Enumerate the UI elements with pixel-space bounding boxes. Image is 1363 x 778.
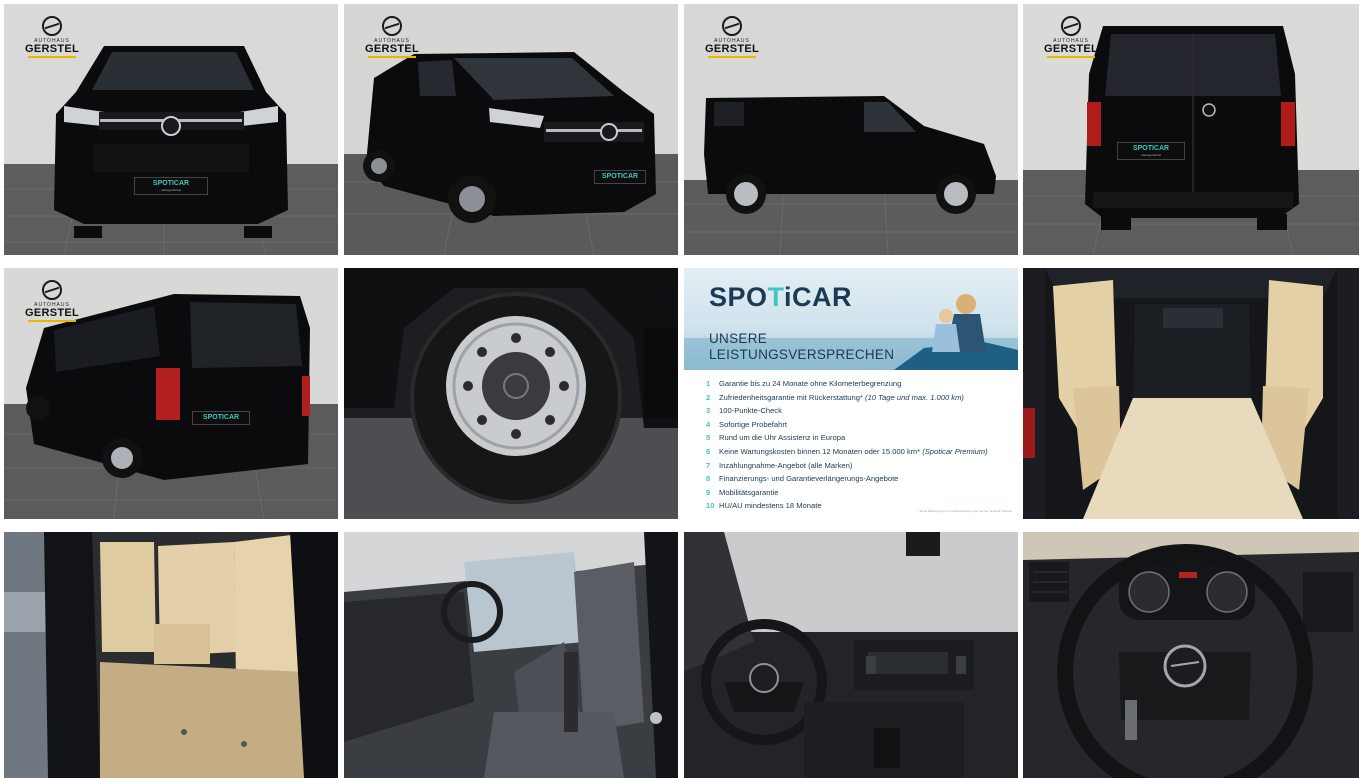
item-text: Sofortige Probefahrt: [719, 419, 787, 429]
gallery-tile-dashboard[interactable]: [684, 532, 1018, 778]
item-number: 9: [706, 487, 711, 497]
license-plate: SPOTICAR www.gerstel.at: [134, 177, 208, 195]
steering-wheel-photo: [1023, 532, 1359, 778]
list-item: 7 Inzahlungnahme-Angebot (alle Marken): [706, 459, 988, 473]
opel-logo-icon: [1061, 16, 1081, 36]
gallery-tile-side[interactable]: AUTOHAUS GERSTEL: [684, 4, 1018, 255]
dealer-logo-name: GERSTEL: [364, 43, 420, 55]
plate-text: SPOTICAR: [601, 173, 639, 180]
gallery-tile-seats[interactable]: [344, 532, 678, 778]
item-number: 3: [706, 406, 711, 416]
gallery-tile-wheel[interactable]: [344, 268, 678, 519]
dealer-logo-bar: [28, 56, 76, 58]
dealer-logo-name: GERSTEL: [24, 43, 80, 55]
spoticar-footnote: * Siehe Bedingungen im Verkaufsvertrag o…: [917, 509, 1013, 513]
image-gallery: AUTOHAUS GERSTEL SPOTICAR www.gerstel.at: [0, 0, 1363, 778]
spoticar-pin-icon: T: [767, 282, 785, 312]
item-text: Finanzierungs- und Garantieverlängerungs…: [719, 474, 899, 484]
front-seats-photo: [344, 532, 678, 778]
item-text: Inzahlungnahme-Angebot (alle Marken): [719, 460, 853, 470]
list-item: 2 Zufriedenheitsgarantie mit Rückerstattu…: [706, 391, 988, 405]
plate-subtext: www.gerstel.at: [1141, 153, 1161, 157]
item-note: (Spoticar Premium): [922, 446, 988, 456]
plate-text: SPOTICAR: [1132, 145, 1170, 152]
dashboard-photo: [684, 532, 1018, 778]
opel-logo-icon: [42, 280, 62, 300]
dealer-logo-name: GERSTEL: [704, 43, 760, 55]
dealer-logo: AUTOHAUS GERSTEL: [22, 280, 82, 322]
item-note: (10 Tage und max. 1.000 km): [865, 392, 964, 402]
list-item: 8 Finanzierungs- und Garantieverlängerung…: [706, 472, 988, 486]
cargo-area-photo: [1023, 268, 1359, 519]
item-text: Mobilitätsgarantie: [719, 487, 779, 497]
gallery-tile-rear[interactable]: AUTOHAUS GERSTEL SPOTICAR www.gerstel.at: [1023, 4, 1359, 255]
dealer-logo: AUTOHAUS GERSTEL: [362, 16, 422, 58]
dealer-logo: AUTOHAUS GERSTEL: [702, 16, 762, 58]
dealer-logo-bar: [28, 320, 76, 322]
wheel-photo: [344, 268, 678, 519]
item-number: 8: [706, 474, 711, 484]
opel-logo-icon: [382, 16, 402, 36]
dealer-logo-bar: [1047, 56, 1095, 58]
item-text: Rund um die Uhr Assistenz in Europa: [719, 433, 846, 443]
dealer-logo-bar: [708, 56, 756, 58]
item-text: HU/AU mindestens 18 Monate: [719, 501, 822, 511]
spoticar-heading-line1: UNSERE: [709, 331, 768, 346]
license-plate: SPOTICAR: [192, 411, 250, 425]
plate-text: SPOTICAR: [202, 414, 240, 421]
plate-text: SPOTICAR: [152, 180, 190, 187]
item-number: 2: [706, 392, 711, 402]
item-number: 1: [706, 379, 711, 388]
item-number: 5: [706, 433, 711, 443]
item-number: 4: [706, 419, 711, 429]
item-number: 6: [706, 446, 711, 456]
spoticar-logo-left: SPO: [709, 282, 768, 312]
spoticar-promise-list: 1 Garantie bis zu 24 Monate ohne Kilomete…: [706, 377, 988, 513]
item-text: Keine Wartungskosten binnen 12 Monaten o…: [719, 446, 923, 456]
list-item: 6 Keine Wartungskosten binnen 12 Monaten …: [706, 445, 988, 459]
dealer-logo: AUTOHAUS GERSTEL: [22, 16, 82, 58]
opel-logo-icon: [42, 16, 62, 36]
opel-logo-icon: [722, 16, 742, 36]
plate-subtext: www.gerstel.at: [161, 188, 181, 192]
license-plate: SPOTICAR: [594, 170, 646, 184]
gallery-tile-side-door[interactable]: [4, 532, 338, 778]
list-item: 1 Garantie bis zu 24 Monate ohne Kilomete…: [706, 377, 988, 391]
gallery-tile-front[interactable]: AUTOHAUS GERSTEL SPOTICAR www.gerstel.at: [4, 4, 338, 255]
dealer-logo-name: GERSTEL: [24, 307, 80, 319]
list-item: 9 Mobilitätsgarantie: [706, 486, 988, 500]
spoticar-banner: SPOTiCAR UNSERE LEISTUNGSVERSPRECHEN: [684, 268, 1018, 370]
item-text: 100-Punkte-Check: [719, 406, 782, 416]
item-text: Zufriedenheitsgarantie mit Rückerstattun…: [719, 392, 866, 402]
spoticar-heading: UNSERE LEISTUNGSVERSPRECHEN: [709, 331, 894, 363]
dealer-logo-name: GERSTEL: [1043, 43, 1099, 55]
list-item: 3 100-Punkte-Check: [706, 404, 988, 418]
dealer-logo: AUTOHAUS GERSTEL: [1041, 16, 1101, 58]
item-number: 10: [706, 501, 715, 511]
item-number: 7: [706, 460, 711, 470]
gallery-tile-front-angle[interactable]: AUTOHAUS GERSTEL SPOTICAR: [344, 4, 678, 255]
spoticar-logo: SPOTiCAR: [709, 282, 852, 313]
gallery-tile-steering-wheel[interactable]: [1023, 532, 1359, 778]
license-plate: SPOTICAR www.gerstel.at: [1117, 142, 1185, 160]
gallery-tile-cargo[interactable]: [1023, 268, 1359, 519]
item-text: Garantie bis zu 24 Monate ohne Kilometer…: [719, 379, 902, 388]
list-item: 5 Rund um die Uhr Assistenz in Europa: [706, 431, 988, 445]
gallery-tile-spoticar[interactable]: SPOTiCAR UNSERE LEISTUNGSVERSPRECHEN 1 Ga…: [684, 268, 1018, 519]
list-item: 4 Sofortige Probefahrt: [706, 418, 988, 432]
gallery-tile-rear-angle[interactable]: AUTOHAUS GERSTEL SPOTICAR: [4, 268, 338, 519]
spoticar-heading-line2: LEISTUNGSVERSPRECHEN: [709, 347, 895, 362]
spoticar-logo-right: iCAR: [784, 282, 853, 312]
side-door-cargo-photo: [4, 532, 338, 778]
dealer-logo-bar: [368, 56, 416, 58]
